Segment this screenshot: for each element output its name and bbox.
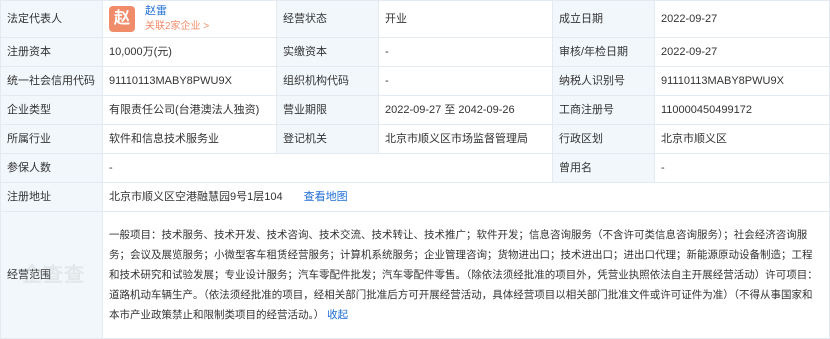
credit-code-label: 统一社会信用代码 <box>0 66 103 96</box>
reg-authority-value: 北京市顺义区市场监督管理局 <box>378 124 553 154</box>
business-term-label: 营业期限 <box>276 95 379 125</box>
reg-authority-label: 登记机关 <box>276 124 379 154</box>
status-value: 开业 <box>378 0 553 38</box>
reg-capital-value: 10,000万(元) <box>102 37 277 67</box>
legal-rep-name-link[interactable]: 赵雷 <box>145 4 209 18</box>
founded-value: 2022-09-27 <box>654 0 830 38</box>
scope-cell: 一般项目：技术服务、技术开发、技术咨询、技术交流、技术转让、技术推广；软件开发；… <box>102 211 830 339</box>
legal-rep-cell: 赵 赵雷 关联2家企业 > <box>102 0 277 38</box>
reg-number-value: 110000450499172 <box>654 95 830 125</box>
collapse-link[interactable]: 收起 <box>327 309 348 321</box>
address-label: 注册地址 <box>0 182 103 212</box>
founded-label: 成立日期 <box>552 0 655 38</box>
tax-id-label: 纳税人识别号 <box>552 66 655 96</box>
org-code-value: - <box>378 66 553 96</box>
table-row: 注册资本 10,000万(元) 实缴资本 - 审核/年检日期 2022-09-2… <box>0 37 830 67</box>
table-row: 统一社会信用代码 91110113MABY8PWU9X 组织机构代码 - 纳税人… <box>0 66 830 96</box>
credit-code-value: 91110113MABY8PWU9X <box>102 66 277 96</box>
address-value: 北京市顺义区空港融慧园9号1层104 <box>109 191 283 203</box>
reg-number-label: 工商注册号 <box>552 95 655 125</box>
industry-value: 软件和信息技术服务业 <box>102 124 277 154</box>
business-term-value: 2022-09-27 至 2042-09-26 <box>378 95 553 125</box>
approval-date-label: 审核/年检日期 <box>552 37 655 67</box>
address-cell: 北京市顺义区空港融慧园9号1层104 查看地图 <box>102 182 830 212</box>
status-label: 经营状态 <box>276 0 379 38</box>
table-row: 参保人数 - 曾用名 - <box>0 153 830 183</box>
legal-rep-label: 法定代表人 <box>0 0 103 38</box>
table-row: 法定代表人 赵 赵雷 关联2家企业 > 经营状态 开业 成立日期 2022-09… <box>0 0 830 38</box>
table-row: 注册地址 北京市顺义区空港融慧园9号1层104 查看地图 <box>0 182 830 212</box>
scope-text: 一般项目：技术服务、技术开发、技术咨询、技术交流、技术转让、技术推广；软件开发；… <box>109 229 818 321</box>
district-label: 行政区划 <box>552 124 655 154</box>
company-type-label: 企业类型 <box>0 95 103 125</box>
view-map-link[interactable]: 查看地图 <box>304 191 348 203</box>
industry-label: 所属行业 <box>0 124 103 154</box>
tax-id-value: 91110113MABY8PWU9X <box>654 66 830 96</box>
company-type-value: 有限责任公司(台港澳法人独资) <box>102 95 277 125</box>
insured-label: 参保人数 <box>0 153 103 183</box>
paid-capital-label: 实缴资本 <box>276 37 379 67</box>
insured-value: - <box>102 153 553 183</box>
org-code-label: 组织机构代码 <box>276 66 379 96</box>
former-name-label: 曾用名 <box>552 153 655 183</box>
table-row: 所属行业 软件和信息技术服务业 登记机关 北京市顺义区市场监督管理局 行政区划 … <box>0 124 830 154</box>
table-row: 经营范围 一般项目：技术服务、技术开发、技术咨询、技术交流、技术转让、技术推广；… <box>0 211 830 339</box>
approval-date-value: 2022-09-27 <box>654 37 830 67</box>
related-companies-link[interactable]: 关联2家企业 > <box>145 20 209 34</box>
former-name-value: - <box>654 153 830 183</box>
company-info-table: 法定代表人 赵 赵雷 关联2家企业 > 经营状态 开业 成立日期 2022-09… <box>0 0 830 339</box>
paid-capital-value: - <box>378 37 553 67</box>
scope-label: 经营范围 <box>0 211 103 339</box>
avatar: 赵 <box>109 6 135 32</box>
reg-capital-label: 注册资本 <box>0 37 103 67</box>
district-value: 北京市顺义区 <box>654 124 830 154</box>
table-row: 企业类型 有限责任公司(台港澳法人独资) 营业期限 2022-09-27 至 2… <box>0 95 830 125</box>
